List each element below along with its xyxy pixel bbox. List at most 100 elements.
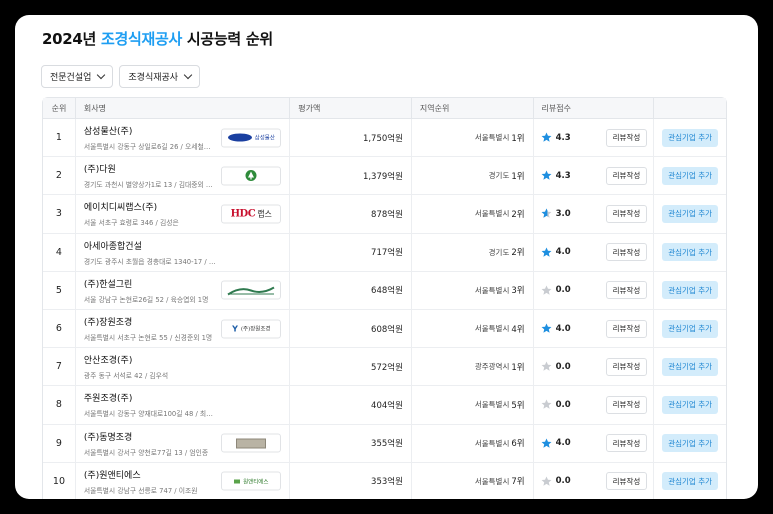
region-rank: 2위	[511, 209, 525, 220]
company-address: 광주 동구 서석로 42 / 김우석	[83, 372, 169, 381]
star-icon	[541, 323, 552, 334]
region-name: 서울특별시	[474, 400, 510, 410]
star-icon	[541, 170, 552, 181]
action-cell: 관심기업 추가	[654, 310, 726, 347]
star-icon	[541, 399, 552, 410]
tree-emblem-logo	[221, 166, 282, 186]
region-cell: 서울특별시 5위	[412, 386, 534, 424]
table-header: 순위 회사명 평가액 지역순위 리뷰점수	[43, 98, 726, 119]
rating-value: 4.0	[555, 438, 571, 449]
score-cell: 353억원	[290, 462, 412, 499]
write-review-button[interactable]: 리뷰작성	[605, 434, 648, 453]
table-row: 6 (주)장원조경 서울특별시 서초구 논현로 55 / 신경준외 1명 Y (주…	[43, 309, 726, 349]
rating-value: 0.0	[555, 361, 571, 372]
add-favorite-button[interactable]: 관심기업 추가	[662, 128, 719, 147]
add-favorite-button[interactable]: 관심기업 추가	[662, 166, 719, 185]
company-name-link[interactable]: 주원조경(주)	[84, 391, 132, 404]
region-name: 서울특별시	[474, 324, 510, 334]
star-icon	[541, 132, 552, 143]
write-review-button[interactable]: 리뷰작성	[605, 281, 648, 300]
company-name-link[interactable]: 아세아종합건설	[84, 239, 142, 252]
company-name-link[interactable]: 에이치디씨랩스(주)	[84, 200, 157, 213]
company-name-link[interactable]: 안산조경(주)	[84, 353, 132, 366]
write-review-button[interactable]: 리뷰작성	[605, 357, 648, 376]
company-name-link[interactable]: (주)다원	[84, 162, 116, 175]
hdc-labs-logo: HDC 랩스	[221, 204, 282, 224]
region-name: 서울특별시	[474, 476, 510, 486]
region-rank: 2위	[511, 248, 525, 259]
action-cell: 관심기업 추가	[654, 348, 726, 385]
company-cell: 삼성물산(주) 서울특별시 강동구 상일로6길 26 / 오세철… 삼성물산	[76, 119, 291, 157]
region-name: 서울특별시	[474, 133, 510, 143]
write-review-button[interactable]: 리뷰작성	[605, 472, 648, 491]
write-review-button[interactable]: 리뷰작성	[605, 319, 648, 338]
table-row: 10 (주)원앤티에스 서울특별시 강남구 선릉로 747 / 이조원 원앤티에…	[43, 462, 726, 499]
filter-dropdown-work-type[interactable]: 조경식재공사	[119, 65, 201, 88]
table-row: 4 아세아종합건설 경기도 광주시 초월읍 경충대로 1340-17 / … 7…	[43, 233, 726, 272]
add-favorite-button[interactable]: 관심기업 추가	[662, 434, 719, 453]
add-favorite-button[interactable]: 관심기업 추가	[662, 357, 719, 376]
company-cell: 에이치디씨랩스(주) 서울 서초구 효령로 346 / 김성은 HDC 랩스	[76, 195, 291, 233]
action-cell: 관심기업 추가	[654, 119, 726, 156]
review-cell: 0.0 리뷰작성	[534, 386, 655, 424]
one-nts-logo: 원앤티에스	[221, 471, 282, 491]
company-name-link[interactable]: (주)동명조경	[84, 430, 132, 443]
add-favorite-button[interactable]: 관심기업 추가	[662, 204, 719, 223]
rating: 4.3	[541, 170, 571, 181]
company-address: 서울 서초구 효령로 346 / 김성은	[83, 219, 179, 228]
rating-value: 4.0	[555, 247, 571, 258]
page-title-accent: 조경식재공사	[100, 30, 182, 48]
score-cell: 404억원	[290, 386, 412, 424]
rating: 0.0	[541, 399, 571, 410]
filter-dropdown-industry[interactable]: 전문건설업	[41, 65, 114, 88]
table-row: 8 주원조경(주) 서울특별시 강동구 양재대로100길 48 / 최… 404…	[43, 386, 726, 425]
region-rank: 5위	[511, 400, 525, 411]
company-address: 서울특별시 강남구 선릉로 747 / 이조원	[83, 486, 198, 495]
add-favorite-button[interactable]: 관심기업 추가	[662, 243, 719, 262]
add-favorite-button[interactable]: 관심기업 추가	[662, 281, 719, 300]
company-name-link[interactable]: (주)한설그린	[84, 277, 132, 290]
jangwon-logo: Y (주)장원조경	[221, 319, 282, 339]
add-favorite-button[interactable]: 관심기업 추가	[662, 395, 719, 414]
region-name: 서울특별시	[474, 438, 510, 448]
score-cell: 1,379억원	[290, 157, 412, 195]
chevron-down-icon	[183, 70, 193, 80]
action-cell: 관심기업 추가	[654, 234, 726, 271]
action-cell: 관심기업 추가	[654, 463, 726, 499]
header-name: 회사명	[76, 98, 291, 118]
score-cell: 355억원	[290, 424, 412, 462]
company-name-link[interactable]: (주)장원조경	[84, 315, 132, 328]
write-review-button[interactable]: 리뷰작성	[605, 128, 648, 147]
add-favorite-button[interactable]: 관심기업 추가	[662, 472, 719, 491]
rating-value: 0.0	[555, 476, 571, 487]
action-cell: 관심기업 추가	[654, 386, 726, 423]
region-cell: 서울특별시 2위	[412, 195, 534, 233]
rating-value: 0.0	[555, 399, 571, 410]
write-review-button[interactable]: 리뷰작성	[605, 395, 648, 414]
star-icon	[541, 208, 552, 219]
region-rank: 1위	[511, 133, 525, 144]
rating-value: 4.0	[555, 323, 571, 334]
rank-cell: 6	[43, 309, 76, 348]
company-address: 서울특별시 서초구 논현로 55 / 신경준외 1명	[83, 334, 213, 343]
add-favorite-button[interactable]: 관심기업 추가	[662, 319, 719, 338]
score-cell: 878억원	[290, 195, 412, 233]
company-name-link[interactable]: (주)원앤티에스	[84, 468, 141, 481]
company-address: 서울특별시 강서구 양천로77길 13 / 엄인종	[83, 448, 209, 457]
write-review-button[interactable]: 리뷰작성	[605, 243, 648, 262]
region-rank: 4위	[511, 324, 525, 335]
region-cell: 경기도 2위	[412, 233, 534, 271]
write-review-button[interactable]: 리뷰작성	[605, 204, 648, 223]
rating: 4.0	[541, 323, 571, 334]
header-score: 평가액	[290, 98, 412, 118]
review-cell: 4.3 리뷰작성	[534, 119, 655, 157]
table-body: 1 삼성물산(주) 서울특별시 강동구 상일로6길 26 / 오세철… 삼성물산…	[43, 119, 726, 499]
company-address: 경기도 광주시 초월읍 경충대로 1340-17 / …	[83, 257, 216, 266]
action-cell: 관심기업 추가	[654, 425, 726, 462]
rank-cell: 2	[43, 157, 76, 195]
region-cell: 서울특별시 3위	[412, 271, 534, 309]
write-review-button[interactable]: 리뷰작성	[605, 166, 648, 185]
region-rank: 3위	[511, 286, 525, 297]
rank-cell: 3	[43, 195, 76, 233]
company-name-link[interactable]: 삼성물산(주)	[84, 124, 132, 137]
